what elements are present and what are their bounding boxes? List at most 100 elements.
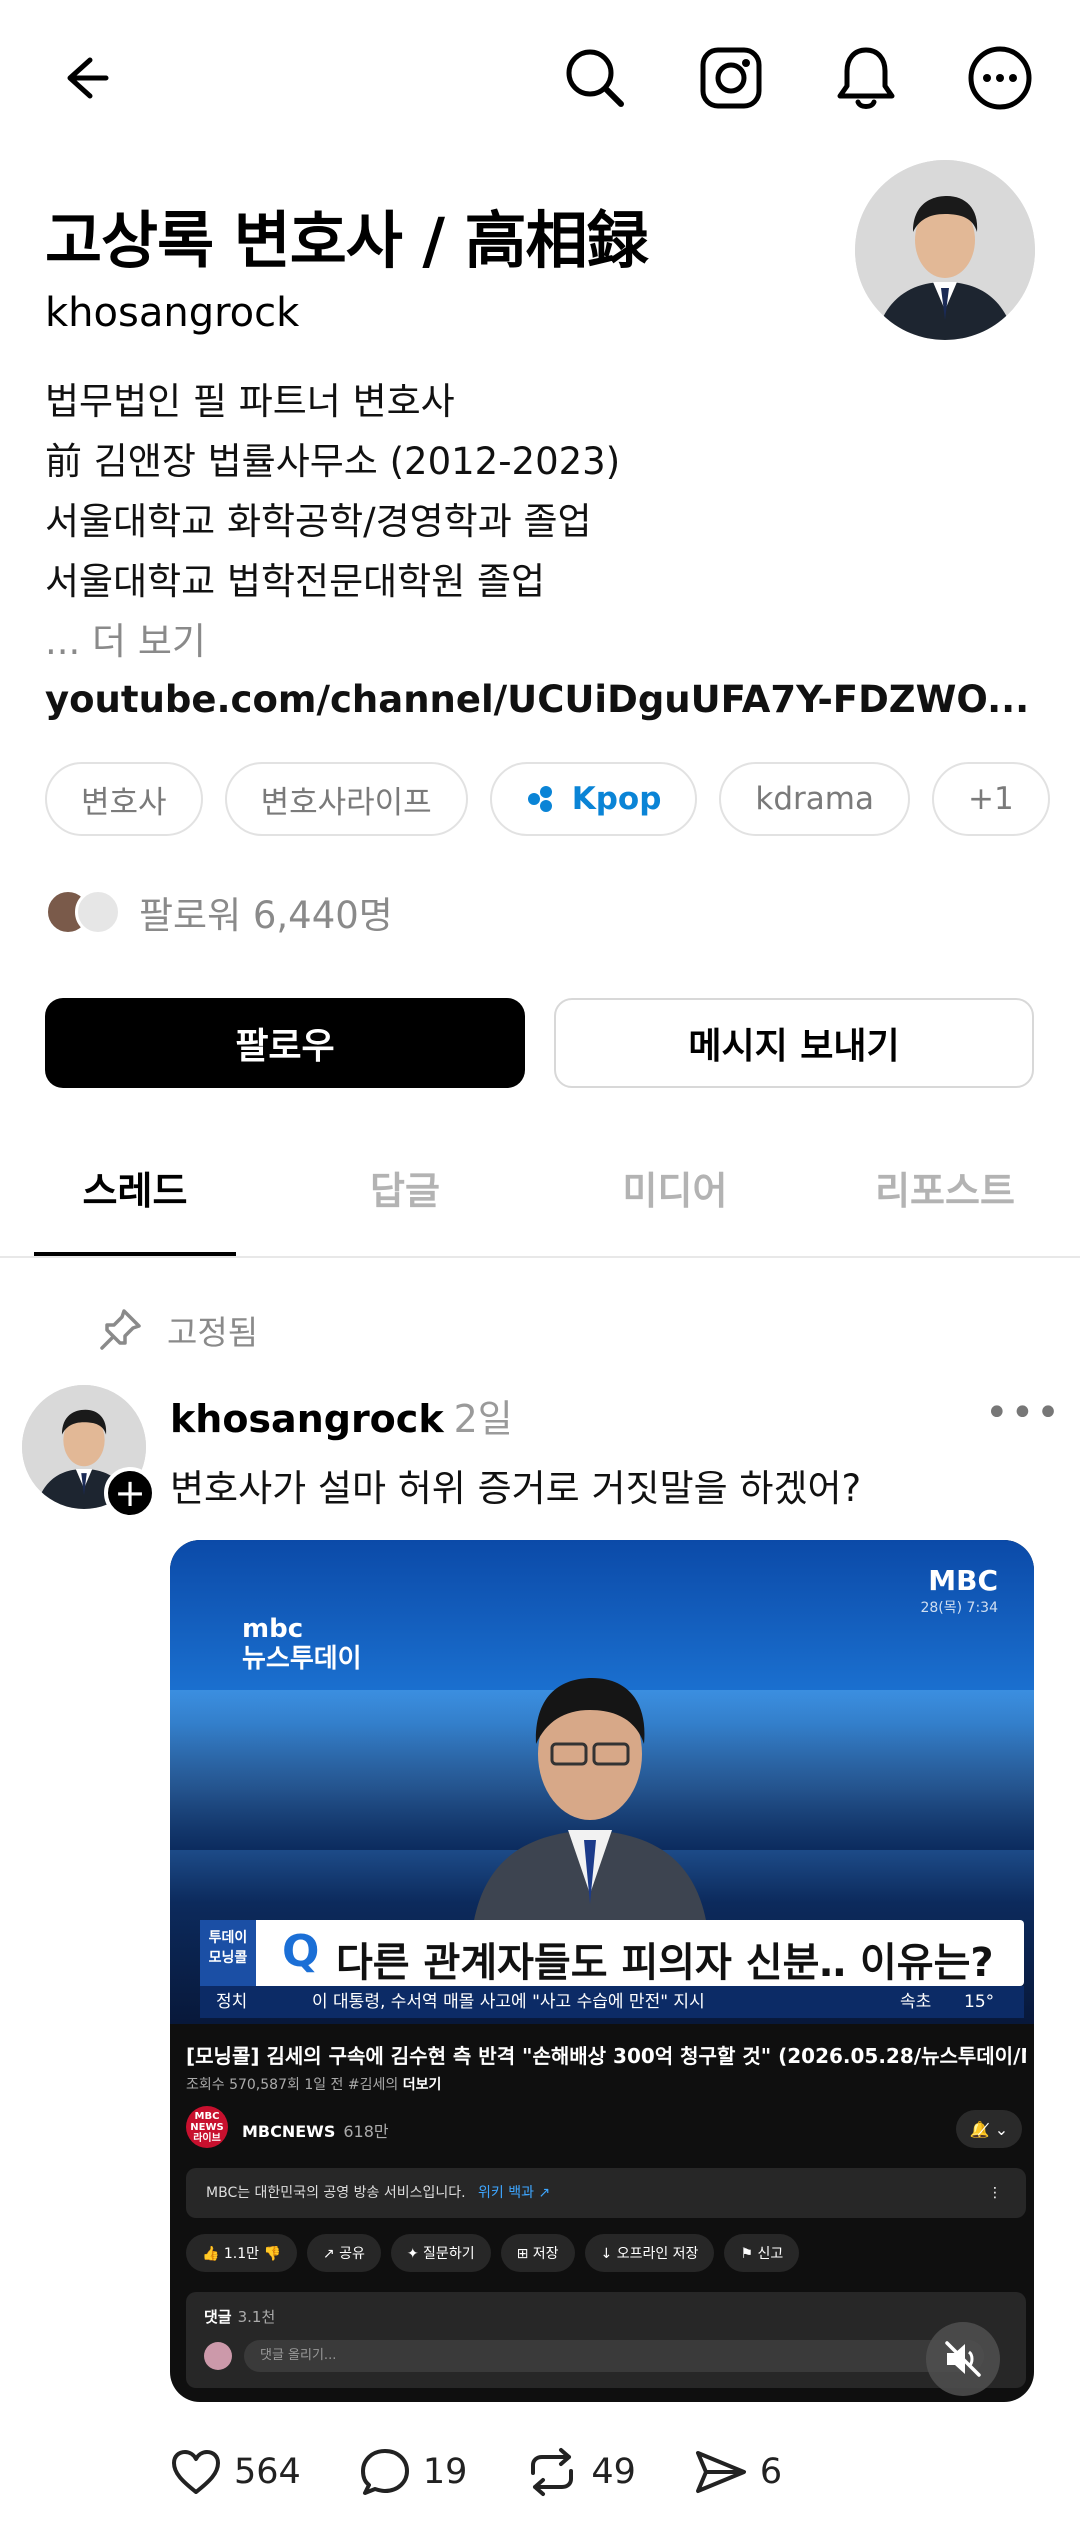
repost-button[interactable]: 49 xyxy=(525,2447,636,2497)
kebab-icon: ⋮ xyxy=(988,2185,1002,2201)
top-bar xyxy=(0,0,1080,160)
segment-tag-line: 모닝콜 xyxy=(208,1950,248,1966)
tag-chip[interactable]: 변호사라이프 xyxy=(224,762,468,836)
profile-bio: 법무법인 필 파트너 변호사 前 김앤장 법률사무소 (2012-2023) 서… xyxy=(45,372,620,672)
follow-plus-icon[interactable]: + xyxy=(104,1467,156,1519)
news-headline: 다른 관계자들도 피의자 신분‥ 이유는? xyxy=(336,1940,994,1986)
video-frame: MBC 28(목) 7:34 mbc 뉴스투데이 투데이 모닝콜 Q 다른 관계… xyxy=(170,1540,1034,2024)
ask-chip: ✦ 질문하기 xyxy=(390,2234,491,2272)
comments-label: 댓글 xyxy=(204,2308,232,2326)
download-chip: ↓ 오프라인 저장 xyxy=(584,2234,715,2272)
like-button[interactable]: 564 xyxy=(170,2448,301,2496)
more-icon[interactable] xyxy=(962,40,1038,116)
post-more-icon[interactable]: ••• xyxy=(985,1390,1062,1436)
video-actions: 👍 1.1만 👎 ↗ 공유 ✦ 질문하기 ⊞ 저장 ↓ 오프라인 저장 ⚑ 신고 xyxy=(186,2234,800,2272)
share-count: 6 xyxy=(759,2452,783,2492)
tag-label: Kpop xyxy=(571,781,662,817)
question-mark-label: Q xyxy=(282,1926,320,1977)
followers-count: 팔로워 6,440명 xyxy=(139,894,393,937)
search-icon[interactable] xyxy=(557,40,633,116)
avatar[interactable] xyxy=(855,160,1035,340)
comment-count: 19 xyxy=(422,2452,468,2492)
notification-toggle: 🔔̸ ⌄ xyxy=(956,2110,1022,2148)
news-ticker: 정치 이 대통령, 수서역 매몰 사고에 "사고 수습에 만전" 지시 속초 1… xyxy=(200,1986,1024,2018)
tag-chip[interactable]: kdrama xyxy=(719,762,910,836)
bio-line: 서울대학교 화학공학/경영학과 졸업 xyxy=(45,500,592,543)
save-chip: ⊞ 저장 xyxy=(500,2234,575,2272)
broadcaster-name: MBC xyxy=(928,1564,998,1597)
share-button[interactable]: 6 xyxy=(694,2449,782,2495)
channel-subscribers: 618만 xyxy=(343,2122,389,2141)
video-title: [모닝콜] 김세의 구속에 김수현 측 반격 "손해배상 300억 청구할 것"… xyxy=(186,2044,1026,2068)
show-logo: mbc 뉴스투데이 xyxy=(242,1614,362,1674)
pin-icon xyxy=(100,1309,141,1350)
post-media[interactable]: MBC 28(목) 7:34 mbc 뉴스투데이 투데이 모닝콜 Q 다른 관계… xyxy=(170,1540,1034,2402)
back-arrow-icon[interactable] xyxy=(46,40,122,116)
bell-icon[interactable] xyxy=(828,40,904,116)
video-meta: 조회수 570,587회 1일 전 #김세의 더보기 xyxy=(186,2074,441,2094)
message-button[interactable]: 메시지 보내기 xyxy=(554,998,1034,1088)
follow-button[interactable]: 팔로우 xyxy=(45,998,525,1088)
show-logo-line: 뉴스투데이 xyxy=(242,1644,362,1674)
post-time: 2일 xyxy=(453,1397,513,1441)
post-author[interactable]: khosangrock 2일 xyxy=(170,1388,513,1443)
broadcaster-logo: MBC 28(목) 7:34 xyxy=(920,1564,998,1617)
post-text: 변호사가 설마 허위 증거로 거짓말을 하겠어? xyxy=(170,1467,862,1510)
like-chip: 👍 1.1만 👎 xyxy=(186,2234,297,2272)
bio-line: 법무법인 필 파트너 변호사 xyxy=(45,380,455,423)
comment-icon xyxy=(360,2449,409,2495)
tag-chip-more[interactable]: +1 xyxy=(931,762,1050,836)
followers-row[interactable]: 팔로워 6,440명 xyxy=(45,884,393,940)
news-lower-third: 투데이 모닝콜 Q 다른 관계자들도 피의자 신분‥ 이유는? xyxy=(200,1920,1024,1986)
segment-tag: 투데이 모닝콜 xyxy=(200,1920,256,1986)
segment-tag-line: 투데이 xyxy=(208,1930,248,1946)
channel-logo: MBC NEWS 라이브 xyxy=(186,2106,228,2148)
broadcast-time: 28(목) 7:34 xyxy=(920,1600,998,1616)
ticker-section: 정치 xyxy=(216,1992,248,2012)
community-icon xyxy=(526,784,562,814)
follower-avatar xyxy=(75,889,121,935)
repost-count: 49 xyxy=(591,2452,636,2492)
channel-name: MBCNEWS xyxy=(242,2122,336,2141)
video-meta-more: 더보기 xyxy=(402,2077,442,2093)
tag-chip-kpop[interactable]: Kpop xyxy=(489,762,698,836)
instagram-icon[interactable] xyxy=(693,40,769,116)
tag-chip[interactable]: 변호사 xyxy=(45,762,203,836)
report-chip: ⚑ 신고 xyxy=(724,2234,800,2272)
profile-name: 고상록 변호사 / 高相録 xyxy=(45,204,649,277)
ticker-city: 속초 xyxy=(900,1992,932,2012)
share-chip: ↗ 공유 xyxy=(306,2234,381,2272)
video-meta-text: 조회수 570,587회 1일 전 #김세의 xyxy=(186,2077,399,2093)
bio-more-link[interactable]: ... 더 보기 xyxy=(45,612,620,672)
tab-replies[interactable]: 답글 xyxy=(270,1160,540,1215)
info-panel: MBC는 대한민국의 공영 방송 서비스입니다. 위키 백과 ↗ ⋮ xyxy=(186,2168,1026,2218)
tab-threads[interactable]: 스레드 xyxy=(0,1160,270,1215)
comments-panel: 댓글 3.1천 댓글 올리기... xyxy=(186,2292,1026,2388)
bio-line: 前 김앤장 법률사무소 (2012-2023) xyxy=(45,440,621,483)
pinned-text: 고정됨 xyxy=(167,1313,259,1352)
profile-tabs: 스레드 답글 미디어 리포스트 xyxy=(0,1140,1080,1258)
comments-count: 3.1천 xyxy=(237,2308,276,2326)
profile-link[interactable]: youtube.com/channel/UCUiDguUFA7Y-FDZWO..… xyxy=(45,678,1029,721)
show-logo-line: mbc xyxy=(242,1614,304,1644)
commenter-avatar xyxy=(204,2342,232,2370)
news-anchor-figure xyxy=(470,1678,710,1954)
profile-handle: khosangrock xyxy=(45,290,300,336)
heart-icon xyxy=(172,2450,220,2494)
tag-list: 변호사 변호사라이프 Kpop kdrama +1 xyxy=(45,762,1050,836)
tab-media[interactable]: 미디어 xyxy=(540,1160,810,1215)
mute-icon[interactable] xyxy=(926,2322,1000,2396)
post-actions: 564 19 49 6 xyxy=(170,2436,840,2508)
channel-row: MBCNEWS 618만 xyxy=(242,2118,389,2142)
info-link: 위키 백과 ↗ xyxy=(478,2185,551,2201)
tab-reposts[interactable]: 리포스트 xyxy=(810,1160,1080,1215)
bio-line: 서울대학교 법학전문대학원 졸업 xyxy=(45,560,546,603)
ticker-temp: 15° xyxy=(964,1992,995,2012)
like-count: 564 xyxy=(234,2452,301,2492)
post-username[interactable]: khosangrock xyxy=(170,1397,444,1441)
comment-button[interactable]: 19 xyxy=(359,2447,468,2497)
ticker-text: 이 대통령, 수서역 매몰 사고에 "사고 수습에 만전" 지시 xyxy=(312,1992,705,2012)
pinned-label: 고정됨 xyxy=(95,1302,258,1358)
active-tab-indicator xyxy=(34,1252,236,1256)
share-icon xyxy=(695,2451,746,2493)
